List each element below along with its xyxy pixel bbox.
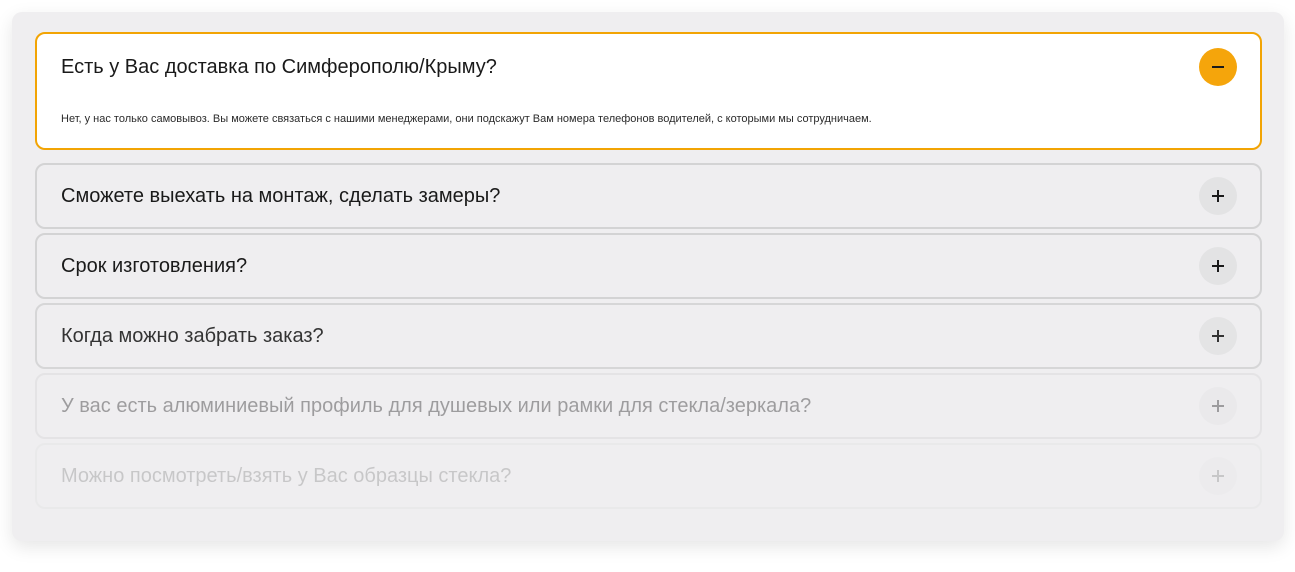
expand-button[interactable] [1199, 387, 1237, 425]
faq-question[interactable]: Можно посмотреть/взять у Вас образцы сте… [61, 464, 511, 488]
expand-button[interactable] [1199, 317, 1237, 355]
plus-icon [1212, 330, 1224, 342]
expand-button[interactable] [1199, 457, 1237, 495]
plus-icon [1212, 400, 1224, 412]
faq-question[interactable]: Есть у Вас доставка по Симферополю/Крыму… [61, 55, 497, 79]
faq-question[interactable]: У вас есть алюминиевый профиль для душев… [61, 394, 811, 418]
faq-item-aluminium-profile[interactable]: У вас есть алюминиевый профиль для душев… [35, 373, 1262, 439]
plus-icon [1212, 260, 1224, 272]
faq-panel: Есть у Вас доставка по Симферополю/Крыму… [12, 12, 1284, 541]
faq-answer: Нет, у нас только самовывоз. Вы можете с… [61, 113, 872, 125]
faq-question[interactable]: Срок изготовления? [61, 254, 247, 278]
plus-icon [1212, 190, 1224, 202]
faq-item-installation[interactable]: Сможете выехать на монтаж, сделать замер… [35, 163, 1262, 229]
plus-icon [1212, 470, 1224, 482]
faq-question[interactable]: Когда можно забрать заказ? [61, 324, 324, 348]
faq-list: Есть у Вас доставка по Симферополю/Крыму… [35, 32, 1262, 513]
faq-item-delivery[interactable]: Есть у Вас доставка по Симферополю/Крыму… [35, 32, 1262, 150]
faq-item-pickup[interactable]: Когда можно забрать заказ? [35, 303, 1262, 369]
faq-item-glass-samples[interactable]: Можно посмотреть/взять у Вас образцы сте… [35, 443, 1262, 509]
minus-icon [1212, 66, 1224, 68]
faq-item-production-time[interactable]: Срок изготовления? [35, 233, 1262, 299]
expand-button[interactable] [1199, 247, 1237, 285]
expand-button[interactable] [1199, 177, 1237, 215]
faq-question[interactable]: Сможете выехать на монтаж, сделать замер… [61, 184, 500, 208]
collapse-button[interactable] [1199, 48, 1237, 86]
